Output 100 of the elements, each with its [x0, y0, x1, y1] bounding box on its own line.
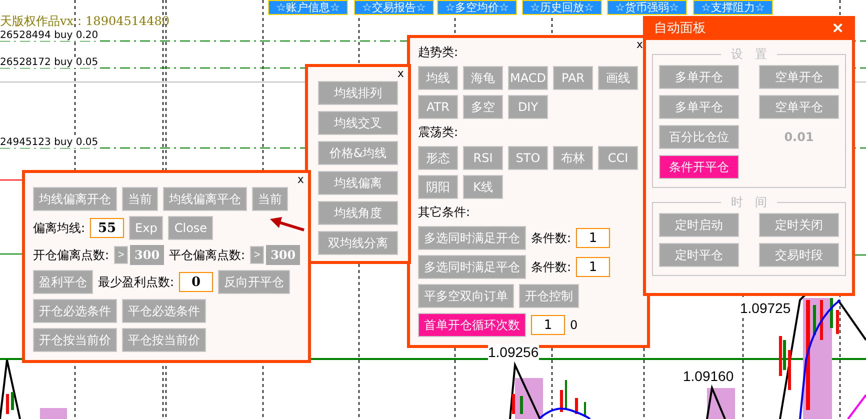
panel-button[interactable]: 条件开平仓: [659, 155, 739, 179]
close-x-button[interactable]: x: [636, 39, 643, 51]
candle: [788, 350, 791, 390]
panel-button[interactable]: 均线交叉: [318, 111, 398, 135]
candle: [560, 390, 563, 412]
candle: [512, 394, 515, 414]
panel-button[interactable]: 开仓控制: [519, 284, 579, 308]
input-field[interactable]: 1: [576, 257, 610, 277]
value-box: 300: [266, 245, 300, 265]
price-label: 1.09256: [488, 344, 539, 360]
panel-button[interactable]: 当前: [122, 187, 158, 211]
highlight-zone: [40, 408, 67, 419]
panel-button[interactable]: 开仓必选条件: [33, 299, 117, 323]
close-x-button[interactable]: x: [297, 174, 304, 186]
panel-button[interactable]: 定时关闭: [759, 213, 839, 237]
candle: [830, 298, 833, 328]
candle: [820, 300, 823, 340]
order-label: 24945123 buy 0.05: [0, 137, 98, 148]
indicator-button[interactable]: CCI: [598, 146, 638, 170]
toolbar-button[interactable]: ☆账户信息☆: [268, 0, 348, 15]
section-heading: 趋势类:: [418, 44, 458, 61]
arrow-button[interactable]: >: [250, 246, 264, 264]
indicator-button[interactable]: 阴阳: [418, 175, 458, 199]
indicator-button[interactable]: RSI: [463, 146, 503, 170]
panel-button[interactable]: 定时平仓: [659, 243, 739, 267]
arrow-button[interactable]: >: [114, 246, 128, 264]
panel-button[interactable]: 价格&均线: [318, 141, 398, 165]
panel-button[interactable]: 均线角度: [318, 201, 398, 225]
group-legend: 时 间: [721, 194, 777, 211]
panel-button[interactable]: 均线偏离平仓: [163, 187, 247, 211]
zigzag-line: [706, 384, 726, 419]
panel-button[interactable]: 当前: [252, 187, 288, 211]
panel-button[interactable]: 空单开仓: [759, 65, 839, 89]
field-label: 条件数:: [531, 258, 572, 276]
indicator-button[interactable]: MACD: [508, 66, 548, 90]
indicator-button[interactable]: 形态: [418, 146, 458, 170]
section-heading: 震荡类:: [418, 124, 458, 141]
toolbar-button[interactable]: ☆支撑阻力☆: [693, 0, 773, 15]
panel-title: 自动面板: [654, 20, 706, 37]
panel-button[interactable]: 平多空双向订单: [418, 284, 514, 308]
indicator-line: [847, 394, 866, 419]
indicator-button[interactable]: DIY: [508, 95, 548, 119]
group-legend: 设 置: [721, 46, 777, 63]
price-label: 1.09725: [740, 300, 791, 316]
zigzag-line: [509, 361, 541, 419]
close-x-button[interactable]: x: [397, 68, 404, 80]
panel-button[interactable]: 百分比仓位: [659, 125, 739, 149]
panel-button[interactable]: 多选同时满足平仓: [418, 255, 526, 279]
close-button[interactable]: ✕: [832, 20, 844, 36]
price-label: 1.09160: [683, 368, 734, 384]
indicator-button[interactable]: 均线: [418, 66, 458, 90]
panel-button[interactable]: 首单开仓循环次数: [418, 313, 526, 337]
panel-button[interactable]: 均线排列: [318, 81, 398, 105]
indicator-button[interactable]: PAR: [553, 66, 593, 90]
toolbar-button[interactable]: ☆多空均价☆: [437, 0, 517, 15]
panel-button[interactable]: 多单平仓: [659, 95, 739, 119]
panel-button[interactable]: 开仓按当前价: [33, 328, 117, 352]
panel-button[interactable]: 反向开平仓: [218, 270, 290, 294]
input-field[interactable]: 55: [90, 218, 124, 238]
copyright-text: 天版权作品vx：18904514480: [0, 13, 170, 30]
order-label: 26528494 buy 0.20: [0, 30, 98, 41]
panel-button[interactable]: 双均线分离: [318, 231, 398, 255]
panel-button[interactable]: Close: [168, 216, 214, 240]
panel-button[interactable]: 多选同时满足开仓: [418, 226, 526, 250]
indicator-button[interactable]: STO: [508, 146, 548, 170]
order-label: 26528172 buy 0.05: [0, 57, 98, 68]
indicator-button[interactable]: 画线: [598, 66, 638, 90]
panel-button[interactable]: Exp: [129, 216, 164, 240]
field-label: 开仓偏离点数:: [33, 246, 110, 264]
toolbar-button[interactable]: ☆交易报告☆: [354, 0, 434, 15]
indicator-button[interactable]: 布林: [553, 146, 593, 170]
panel-button[interactable]: 定时启动: [659, 213, 739, 237]
panel-button[interactable]: 均线偏离: [318, 171, 398, 195]
field-label: 最少盈利点数:: [98, 274, 174, 290]
value-box: 300: [130, 245, 164, 265]
panel-button[interactable]: 空单平仓: [759, 95, 839, 119]
count-text: 0: [570, 318, 578, 332]
indicator-button[interactable]: ATR: [418, 95, 458, 119]
candle: [520, 396, 523, 414]
indicator-button[interactable]: 多空: [463, 95, 503, 119]
candle: [575, 398, 578, 414]
input-field[interactable]: 1: [576, 228, 610, 248]
panel-button[interactable]: 交易时段: [759, 243, 839, 267]
candle: [11, 392, 14, 410]
panel-button[interactable]: 均线偏离开仓: [33, 187, 117, 211]
moving-average-line: [539, 408, 591, 419]
field-label: 条件数:: [531, 230, 572, 246]
candle: [836, 310, 839, 334]
panel-button[interactable]: 多单开仓: [659, 65, 739, 89]
indicator-button[interactable]: K线: [463, 175, 503, 199]
indicator-button[interactable]: 海龟: [463, 66, 503, 90]
field-label: 偏离均线:: [33, 220, 86, 236]
panel-button[interactable]: 平仓必选条件: [122, 299, 206, 323]
lot-value: 0.01: [783, 130, 815, 144]
panel-button[interactable]: 平仓按当前价: [122, 328, 206, 352]
input-field[interactable]: 0: [179, 272, 214, 292]
toolbar-button[interactable]: ☆历史回放☆: [522, 0, 602, 15]
panel-button[interactable]: 盈利平仓: [33, 270, 93, 294]
input-field[interactable]: 1: [531, 315, 565, 335]
toolbar-button[interactable]: ☆货币强弱☆: [607, 0, 687, 15]
